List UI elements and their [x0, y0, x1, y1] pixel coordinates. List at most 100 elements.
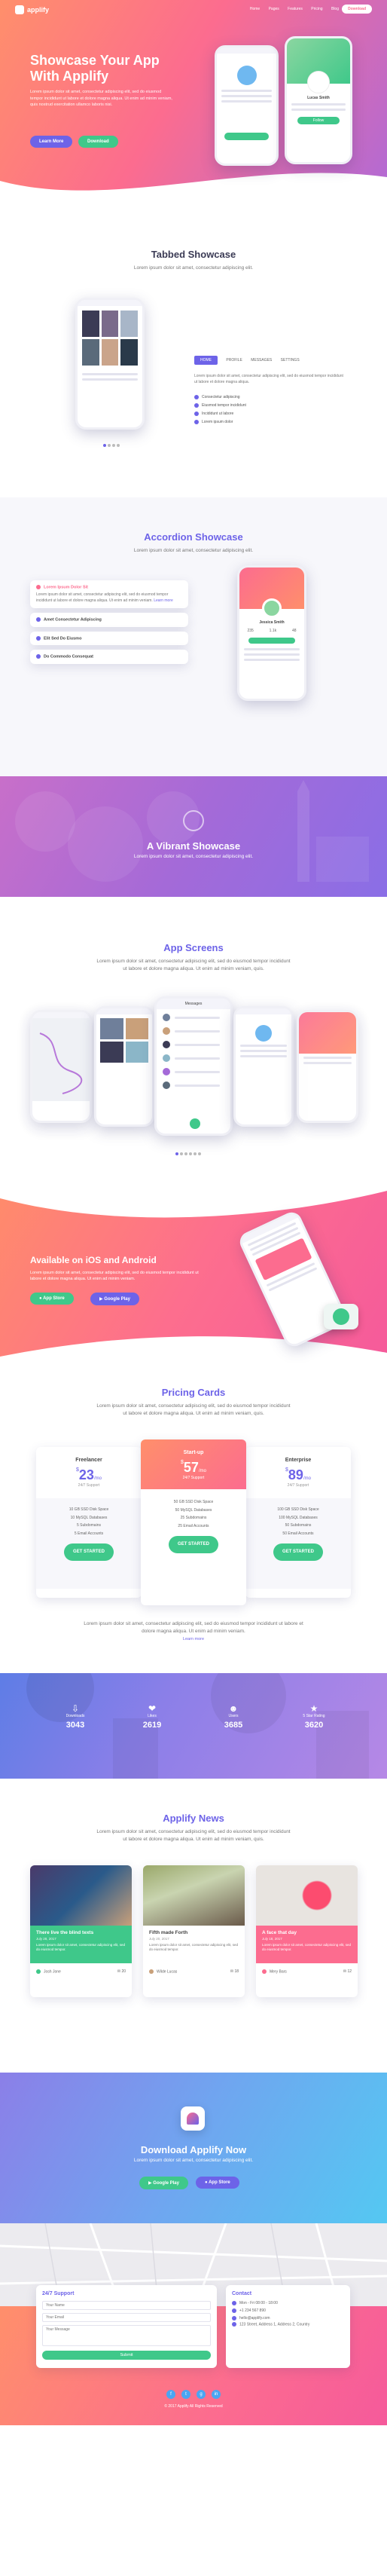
news-post-title[interactable]: There live the blind texts: [36, 1930, 126, 1935]
linkedin-icon[interactable]: in: [212, 2390, 221, 2399]
nav-download-button[interactable]: Download: [342, 5, 372, 14]
stat-label: 5 Star Rating: [303, 1714, 325, 1718]
tabbed-phone: [75, 298, 145, 430]
location-icon: [232, 2322, 236, 2327]
news-card[interactable]: There live the blind texts July 28, 2017…: [30, 1865, 132, 1997]
plan-cta-button[interactable]: GET STARTED: [169, 1536, 218, 1553]
news-card[interactable]: A face that day July 18, 2017 Lorem ipsu…: [256, 1865, 358, 1997]
news-post-date: July 28, 2017: [36, 1937, 56, 1941]
google-play-button[interactable]: ▶ Google Play: [90, 1293, 139, 1305]
hero-title-line2: With Applify: [30, 68, 109, 84]
feature-item: Incididunt ut labore: [194, 410, 246, 418]
pricing-card-enterprise: Enterprise $89/mo 24/7 Support 100 GB SS…: [245, 1447, 351, 1598]
accordion-item[interactable]: Amet Consectetur Adipiscing: [30, 613, 188, 627]
logo-icon[interactable]: [15, 5, 24, 14]
screen-gallery: [94, 1006, 154, 1127]
tabbed-dots[interactable]: [102, 437, 120, 451]
message-field[interactable]: [42, 2325, 211, 2346]
news-image: [143, 1865, 245, 1926]
news-post-text: Lorem ipsum dolor sit amet, consectetur …: [36, 1943, 126, 1952]
nav-features[interactable]: Features: [288, 7, 303, 11]
news-post-title[interactable]: A face that day: [262, 1930, 352, 1935]
nav-pricing[interactable]: Pricing: [311, 7, 322, 11]
facebook-icon[interactable]: f: [166, 2390, 175, 2399]
screen-profile: [233, 1006, 294, 1127]
news-title: Applify News: [163, 1813, 224, 1824]
play-icon[interactable]: [183, 810, 204, 831]
logo-text[interactable]: applify: [27, 6, 49, 14]
news-post-text: Lorem ipsum dolor sit amet, consectetur …: [149, 1943, 239, 1952]
plan-feature: 25 Email Accounts: [178, 1523, 209, 1528]
hero-download-button[interactable]: Download: [78, 136, 118, 148]
accordion-phone-user: Jessica Smith: [259, 620, 285, 625]
hero-phone-follow-button: Follow: [297, 117, 340, 124]
download-app-icon: [181, 2106, 205, 2131]
tab-home[interactable]: HOME: [194, 356, 218, 365]
app-store-button[interactable]: ● App Store: [30, 1293, 74, 1305]
plus-icon: [36, 654, 41, 659]
accordion-item[interactable]: Do Commodo Consequat: [30, 650, 188, 664]
user-icon: ☻: [228, 1703, 239, 1714]
mail-icon: [232, 2315, 236, 2321]
platforms-top-wave: [0, 1191, 387, 1218]
contact-phone[interactable]: +1 234 567 890: [232, 2307, 344, 2314]
accordion-item[interactable]: Elit Sed Do Eiusmo: [30, 631, 188, 646]
tabbed-tabs: HOME PROFILE MESSAGES SETTINGS: [194, 356, 300, 365]
news-post-comments: ✉ 12: [343, 1969, 352, 1974]
comment-icon: ✉: [343, 1969, 347, 1974]
plan-cta-button[interactable]: GET STARTED: [64, 1543, 114, 1561]
platforms-title: Available on iOS and Android: [30, 1255, 157, 1265]
nav-pages[interactable]: Pages: [269, 7, 279, 11]
screen-messages-header: Messages: [157, 999, 230, 1009]
plan-feature: 5 Subdomains: [77, 1523, 101, 1528]
accordion-learn-more-link[interactable]: Learn more: [154, 598, 173, 603]
news-image: [30, 1865, 132, 1926]
star-icon: ★: [309, 1703, 318, 1714]
apple-icon: ●: [205, 2180, 208, 2185]
tab-profile[interactable]: PROFILE: [226, 358, 242, 363]
contact-email[interactable]: hello@applify.com: [232, 2314, 344, 2322]
pricing-subtitle: Lorem ipsum dolor sit amet, consectetur …: [96, 1403, 291, 1416]
accordion-subtitle: Lorem ipsum dolor sit amet, consectetur …: [133, 548, 254, 553]
plan-cta-button[interactable]: GET STARTED: [273, 1543, 323, 1561]
news-card[interactable]: Fifth made Forth July 20, 2017 Lorem ips…: [143, 1865, 245, 1997]
hero-wave: [0, 173, 387, 203]
accordion: Lorem Ipsum Dolor Sit Lorem ipsum dolor …: [30, 580, 188, 664]
pricing-section: Pricing Cards Lorem ipsum dolor sit amet…: [0, 1364, 387, 1673]
tab-settings[interactable]: SETTINGS: [281, 358, 300, 363]
email-field[interactable]: [42, 2313, 211, 2322]
clock-icon: [232, 2300, 236, 2305]
download-icon: ⇩: [71, 1703, 80, 1714]
stat-item: ⇩ Downloads 3043: [56, 1703, 94, 1730]
tab-messages[interactable]: MESSAGES: [251, 358, 272, 363]
download-google-play-button[interactable]: ▶ Google Play: [139, 2177, 188, 2189]
nav-blog[interactable]: Blog: [331, 7, 339, 11]
accordion-item-open[interactable]: Lorem Ipsum Dolor Sit Lorem ipsum dolor …: [30, 580, 188, 609]
news-post-date: July 20, 2017: [149, 1937, 169, 1941]
plus-icon: [36, 617, 41, 623]
pricing-footnote-link[interactable]: Learn more: [0, 1637, 387, 1641]
copyright: © 2017 Applify All Rights Reserved: [164, 2404, 223, 2409]
stat-value: 3043: [66, 1721, 85, 1730]
screens-section: App Screens Lorem ipsum dolor sit amet, …: [0, 897, 387, 1191]
stat-value: 3685: [224, 1721, 243, 1730]
name-field[interactable]: [42, 2301, 211, 2310]
news-image: [256, 1865, 358, 1926]
plan-feature: 50 Email Accounts: [282, 1531, 314, 1536]
twitter-icon[interactable]: t: [181, 2390, 190, 2399]
phone-stat: 48: [291, 629, 297, 633]
vibrant-subtitle: Lorem ipsum dolor sit amet, consectetur …: [133, 854, 254, 859]
screens-dots[interactable]: [175, 1146, 202, 1159]
comment-icon: ✉: [117, 1969, 121, 1974]
download-app-store-button[interactable]: ● App Store: [196, 2177, 239, 2189]
googleplus-icon[interactable]: g: [197, 2390, 206, 2399]
plan-feature: 100 GB SSD Disk Space: [277, 1507, 319, 1512]
hero-learn-more-button[interactable]: Learn More: [30, 136, 73, 148]
tabbed-title: Tabbed Showcase: [151, 249, 236, 260]
smartwatch: [324, 1304, 358, 1329]
news-post-title[interactable]: Fifth made Forth: [149, 1930, 239, 1935]
check-icon: [194, 411, 199, 416]
submit-button[interactable]: Submit: [42, 2351, 211, 2360]
nav-home[interactable]: Home: [250, 7, 260, 11]
support-title: 24/7 Support: [42, 2291, 75, 2296]
